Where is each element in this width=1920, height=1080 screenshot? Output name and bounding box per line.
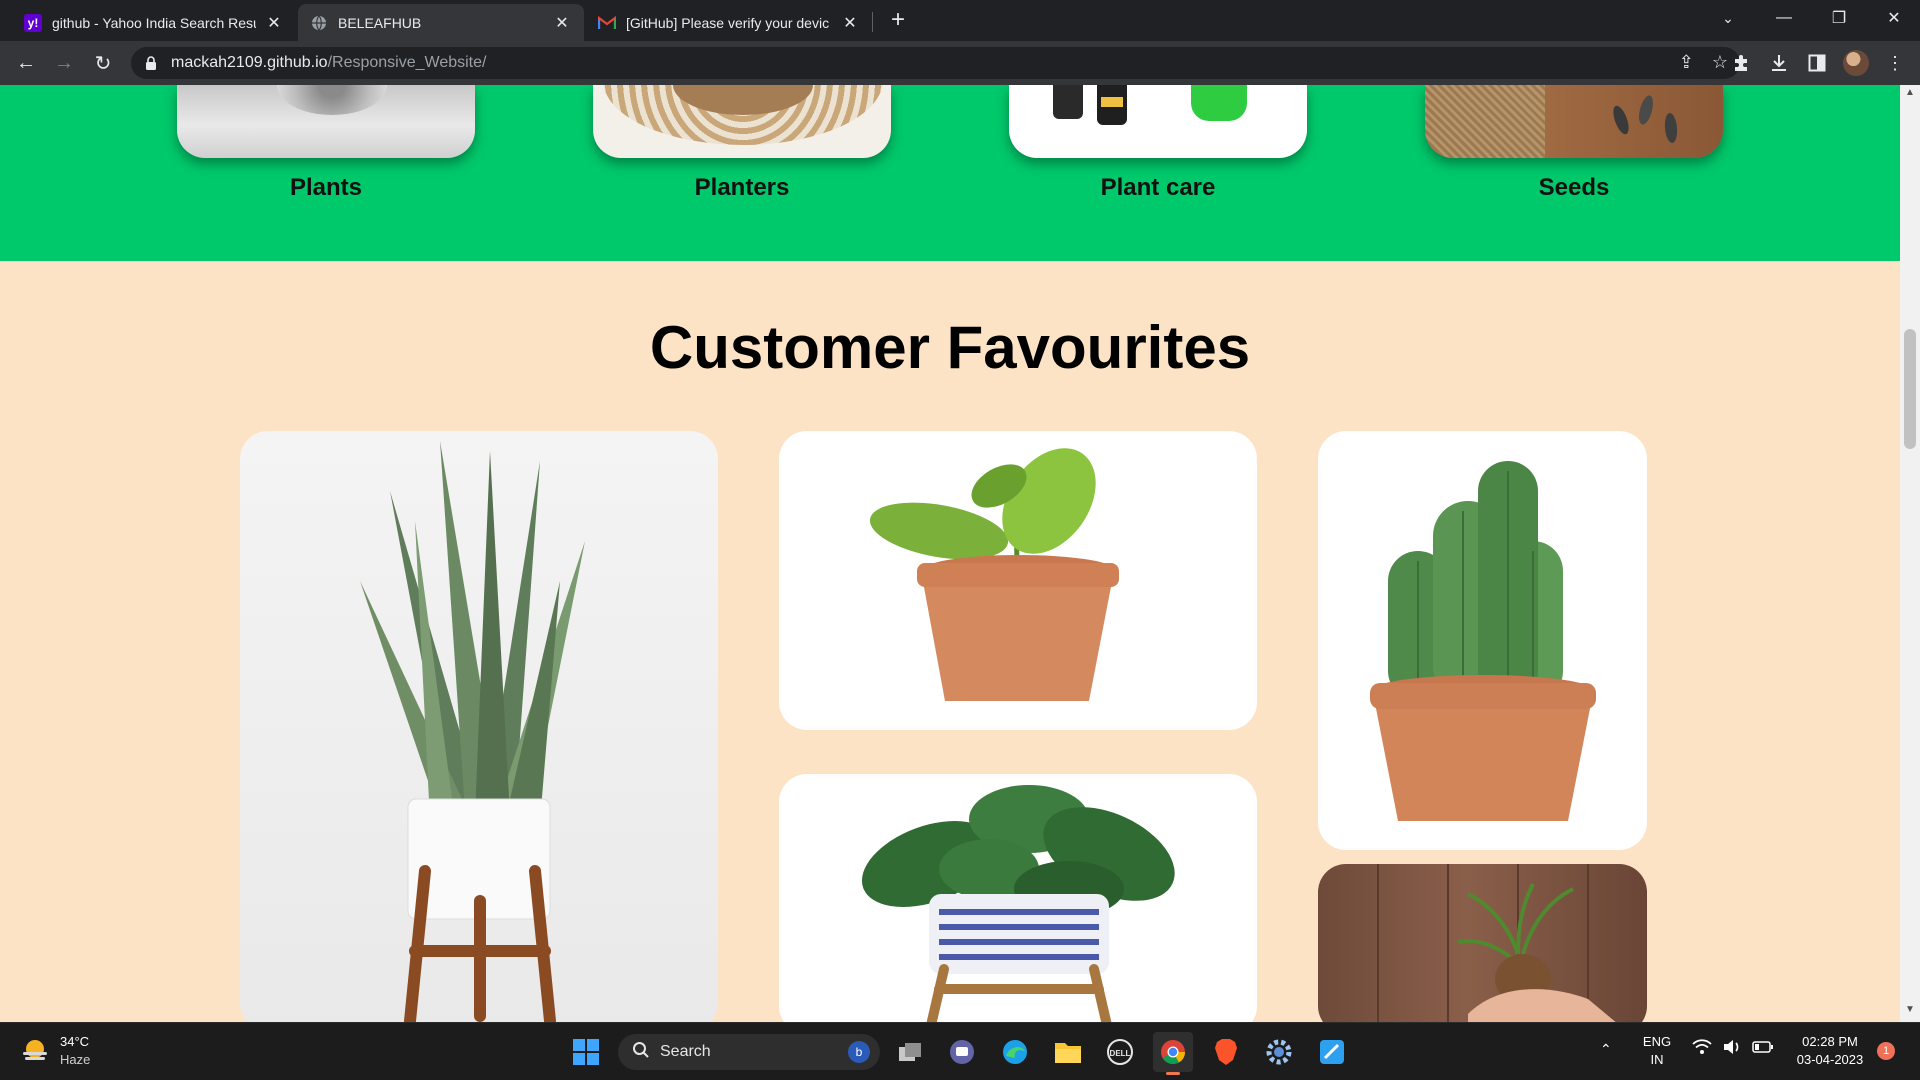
scroll-down-arrow[interactable]: ▼	[1900, 1004, 1920, 1020]
extensions-icon[interactable]	[1728, 50, 1754, 76]
cactus-image	[1370, 461, 1596, 821]
taskbar-search[interactable]: Search b	[618, 1034, 880, 1070]
settings-gear-icon[interactable]	[1259, 1032, 1299, 1072]
close-icon[interactable]: ✕	[264, 13, 284, 33]
minimize-button[interactable]: —	[1756, 0, 1812, 36]
language-indicator[interactable]: ENG IN	[1640, 1033, 1674, 1069]
category-plant-care[interactable]: Plant care	[1009, 85, 1307, 202]
tray-overflow-icon[interactable]: ⌃	[1600, 1040, 1612, 1058]
wifi-icon[interactable]	[1692, 1039, 1712, 1060]
fern-image	[1377, 864, 1616, 1022]
close-icon[interactable]: ✕	[840, 13, 860, 33]
lang-top: ENG	[1642, 1034, 1672, 1049]
tab-title: [GitHub] Please verify your devic	[626, 14, 830, 31]
dell-app-icon[interactable]: DELL	[1100, 1032, 1140, 1072]
product-card-monstera[interactable]	[779, 774, 1257, 1022]
tab-title: github - Yahoo India Search Resu	[52, 14, 256, 31]
chrome-browser-icon[interactable]	[1153, 1032, 1193, 1072]
side-panel-icon[interactable]	[1804, 50, 1830, 76]
snake-plant-image	[360, 441, 585, 1022]
yahoo-icon: y!	[24, 13, 42, 32]
search-icon	[632, 1041, 650, 1064]
category-planters[interactable]: Planters	[593, 85, 891, 202]
close-icon[interactable]: ✕	[552, 13, 572, 33]
tab-yahoo-search[interactable]: y! github - Yahoo India Search Resu ✕	[12, 4, 296, 41]
category-label: Plants	[289, 174, 363, 201]
download-icon[interactable]	[1766, 50, 1792, 76]
haze-sun-icon	[23, 1040, 47, 1060]
globe-icon	[310, 14, 328, 32]
url-host: mackah2109.github.io	[171, 54, 328, 71]
product-card-fern[interactable]	[1318, 864, 1647, 1022]
product-card-sapling[interactable]	[779, 431, 1257, 730]
edge-browser-icon[interactable]	[995, 1032, 1035, 1072]
menu-kebab-icon[interactable]: ⋮	[1882, 50, 1908, 76]
category-image-seeds[interactable]	[1425, 85, 1723, 158]
category-label: Plant care	[1100, 174, 1216, 201]
page-viewport: Plants Planters Plant care Seeds Custome…	[0, 85, 1900, 1022]
bookmark-star-icon[interactable]: ☆	[1712, 52, 1728, 73]
clock[interactable]: 02:28 PM 03-04-2023	[1790, 1033, 1870, 1069]
scroll-up-arrow[interactable]: ▲	[1900, 87, 1920, 103]
task-view-icon[interactable]	[890, 1032, 930, 1072]
category-plants[interactable]: Plants	[177, 85, 475, 202]
bing-icon: b	[848, 1041, 870, 1063]
weather-desc: Haze	[60, 1052, 91, 1067]
gmail-icon	[598, 14, 616, 32]
tab-search-button[interactable]: ⌄	[1700, 0, 1756, 36]
reload-button[interactable]: ↻	[87, 47, 119, 79]
scrollbar-thumb[interactable]	[1904, 329, 1916, 449]
product-card-cactus[interactable]	[1318, 431, 1647, 850]
running-indicator	[1166, 1072, 1180, 1075]
forward-button[interactable]: →	[48, 47, 80, 79]
clock-time: 02:28 PM	[1802, 1034, 1858, 1049]
tab-gmail-github[interactable]: [GitHub] Please verify your devic ✕	[586, 4, 872, 41]
product-card-snake-plant[interactable]	[240, 431, 718, 1022]
category-label: Planters	[694, 174, 790, 201]
clock-date: 03-04-2023	[1796, 1052, 1864, 1067]
restore-button[interactable]: ❐	[1811, 0, 1867, 36]
search-label: Search	[660, 1043, 711, 1060]
lang-bottom: IN	[1650, 1052, 1664, 1067]
category-image-planters[interactable]	[593, 85, 891, 158]
category-seeds[interactable]: Seeds	[1425, 85, 1723, 202]
weather-widget[interactable]: 34°C Haze	[20, 1033, 90, 1069]
share-icon[interactable]: ⇪	[1679, 52, 1694, 73]
battery-icon[interactable]	[1752, 1040, 1774, 1059]
tab-divider	[872, 12, 873, 32]
category-image-plants[interactable]	[177, 85, 475, 158]
volume-icon[interactable]	[1722, 1039, 1742, 1060]
category-image-plant-care[interactable]	[1009, 85, 1307, 158]
brave-browser-icon[interactable]	[1206, 1032, 1246, 1072]
weather-text: 34°C Haze	[60, 1033, 90, 1069]
file-explorer-icon[interactable]	[1048, 1032, 1088, 1072]
teams-chat-icon[interactable]	[942, 1032, 982, 1072]
category-label: Seeds	[1538, 174, 1610, 201]
address-bar[interactable]: mackah2109.github.io /Responsive_Website…	[131, 47, 1740, 79]
monstera-image	[861, 785, 1175, 1022]
tab-beleafhub[interactable]: BELEAFHUB ✕	[298, 4, 584, 41]
notification-badge[interactable]: 1	[1877, 1042, 1895, 1060]
svg-text:DELL: DELL	[1110, 1049, 1131, 1058]
windows-start-button[interactable]	[566, 1032, 606, 1072]
omnibox-actions: ⇪ ☆	[1679, 52, 1728, 73]
windows-taskbar: 34°C Haze Search b DELL ⌃ ENG IN 02:28 P…	[0, 1022, 1920, 1080]
sapling-image	[869, 448, 1119, 701]
url-path: /Responsive_Website/	[327, 54, 487, 71]
profile-avatar[interactable]	[1843, 50, 1869, 76]
weather-temp: 34°C	[60, 1034, 90, 1049]
new-tab-button[interactable]: +	[884, 6, 912, 34]
close-window-button[interactable]: ✕	[1866, 0, 1920, 36]
browser-toolbar: ← → ↻ mackah2109.github.io /Responsive_W…	[0, 41, 1920, 85]
category-section: Plants Planters Plant care Seeds	[0, 85, 1900, 261]
back-button[interactable]: ←	[10, 47, 42, 79]
section-title: Customer Favourites	[649, 314, 1251, 381]
tab-title: BELEAFHUB	[338, 14, 422, 31]
lock-icon[interactable]	[145, 56, 159, 70]
browser-tabstrip: y! github - Yahoo India Search Resu ✕ BE…	[0, 0, 1920, 41]
snipping-tool-icon[interactable]	[1312, 1032, 1352, 1072]
page-scrollbar[interactable]: ▲ ▼	[1900, 85, 1920, 1022]
windows-logo-icon	[573, 1039, 599, 1065]
